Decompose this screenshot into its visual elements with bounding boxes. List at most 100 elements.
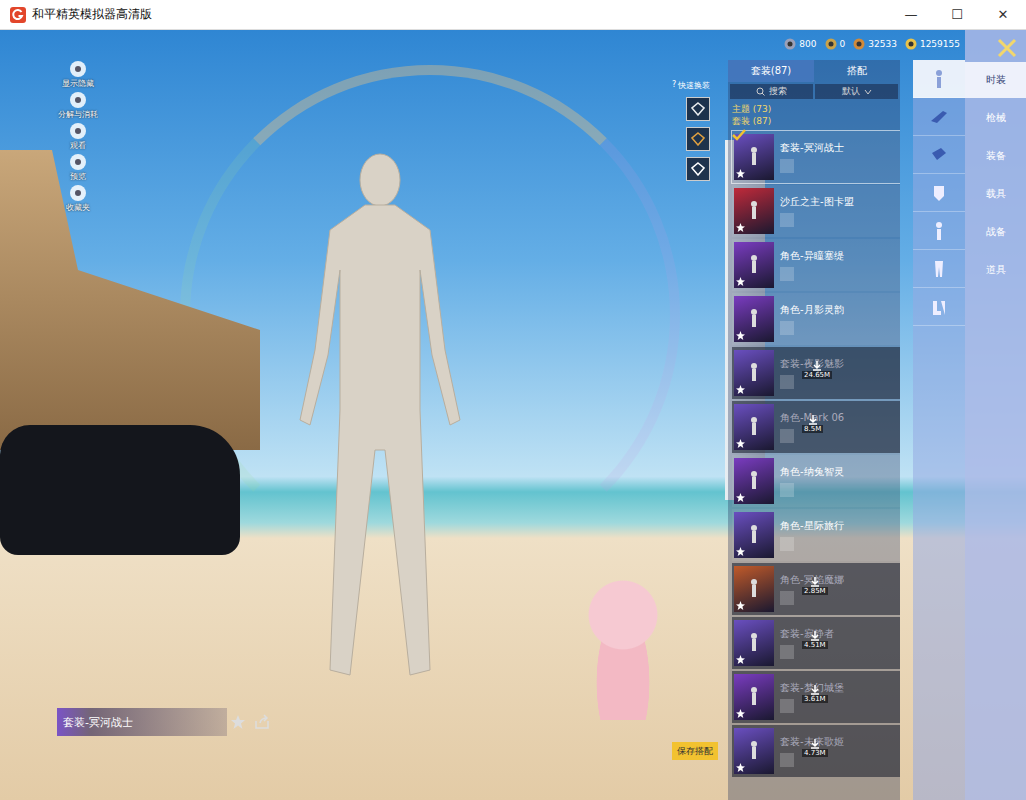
tool-label: 显示隐藏 [62,78,94,89]
category-tab[interactable]: 枪械 [965,100,1026,136]
download-size: 24.65M [802,371,832,379]
share-icon[interactable] [254,714,270,730]
outfit-item[interactable]: 套装-夜影魅影24.65M [732,347,900,399]
part-icon [780,213,794,227]
minimize-button[interactable]: — [888,0,934,30]
download-badge[interactable]: 4.73M [802,739,828,757]
part-icon [780,321,794,335]
outfit-info: 角色-月影灵韵 [780,303,844,335]
category-icon-button[interactable] [913,136,965,174]
outfit-item[interactable]: 角色-Mark 068.5M [732,401,900,453]
help-icon[interactable]: ? [672,80,676,91]
outfit-thumbnail [734,134,774,180]
currency: 0 [825,38,846,50]
mummy-character [270,150,490,710]
filter-item[interactable]: 套装 (87) [732,115,896,127]
category-icon-button[interactable] [913,174,965,212]
star-icon [736,223,745,232]
chevron-down-icon [864,89,872,95]
category-tab[interactable]: 道具 [965,252,1026,288]
tool-button[interactable]: 分解与消耗 [58,91,98,120]
outfit-item[interactable]: 角色-异瞳塞缇 [732,239,900,291]
close-icon[interactable] [996,37,1018,59]
star-icon [736,331,745,340]
outfit-info: 套装-冥河战士 [780,141,844,173]
download-badge[interactable]: 2.85M [802,577,828,595]
outfit-thumbnail [734,728,774,774]
tool-button[interactable]: 收藏夹 [58,184,98,213]
outfit-thumbnail [734,350,774,396]
outfit-name: 沙丘之主-图卡盟 [780,195,854,209]
outfit-item[interactable]: 沙丘之主-图卡盟 [732,185,900,237]
car [0,425,240,555]
game-view: 显示隐藏分解与消耗观看预览收藏夹?快速换装套装-冥河战士保存搭配 套装(87)搭配… [0,30,1026,800]
category-icon-button[interactable] [913,60,965,98]
quick-slot[interactable] [686,157,710,181]
download-badge[interactable]: 24.65M [802,361,832,379]
tool-button[interactable]: 预览 [58,153,98,182]
outfit-item[interactable]: 套装-寂静者4.51M [732,617,900,669]
star-icon [736,763,745,772]
search-text: 搜索 [769,85,787,98]
filter-list: 主题 (73)套装 (87) [728,101,900,129]
category-icon-button[interactable] [913,98,965,136]
filter-item[interactable]: 主题 (73) [732,103,896,115]
quick-change-text: 快速换装 [678,80,710,91]
category-tab[interactable]: 战备 [965,214,1026,250]
figure-icon [749,686,759,706]
outfit-thumbnail [734,566,774,612]
download-badge[interactable]: 3.61M [802,685,828,703]
quick-slot[interactable] [686,97,710,121]
download-badge[interactable]: 8.5M [802,415,823,433]
category-tab[interactable]: 装备 [965,138,1026,174]
tool-button[interactable]: 观看 [58,122,98,151]
currency-value: 0 [840,39,846,49]
save-button[interactable]: 保存搭配 [672,742,718,760]
download-badge[interactable]: 4.51M [802,631,828,649]
tab[interactable]: 套装(87) [728,60,814,82]
part-icon [780,699,794,713]
outfit-info: 角色-纳兔智灵 [780,465,844,497]
outfit-item[interactable]: 套装-冥河战士 [732,131,900,183]
sort-dropdown[interactable]: 默认 [815,84,898,99]
tab[interactable]: 搭配 [814,60,900,82]
outfit-item[interactable]: 角色-星际旅行 [732,509,900,561]
outfit-info: 沙丘之主-图卡盟 [780,195,854,227]
tool-icon [69,153,87,171]
outfit-item[interactable]: 角色-月影灵韵 [732,293,900,345]
mascot [582,570,664,720]
figure-icon [749,362,759,382]
favorite-star-icon[interactable] [230,714,246,730]
search-field[interactable]: 搜索 [730,84,813,99]
outfit-item[interactable]: 套装-未来歌姬4.73M [732,725,900,777]
outfit-info: 角色-星际旅行 [780,519,844,551]
category-icon-button[interactable] [913,288,965,326]
currency-bar: 8000325331259155 [784,38,960,50]
star-icon [736,547,745,556]
figure-icon [749,200,759,220]
category-icon-button[interactable] [913,212,965,250]
outfit-item[interactable]: 套装-梦幻城堡3.61M [732,671,900,723]
maximize-button[interactable]: ☐ [934,0,980,30]
star-icon [736,385,745,394]
tool-button[interactable]: 显示隐藏 [58,60,98,89]
coin-icon [905,38,917,50]
selected-check-icon [732,129,746,141]
close-button[interactable]: ✕ [980,0,1026,30]
outfit-item[interactable]: 角色-冥焰魔娜2.85M [732,563,900,615]
outfit-name: 套装-未来歌姬 [780,735,844,749]
part-icon [780,645,794,659]
category-icon-button[interactable] [913,250,965,288]
search-icon [756,87,765,96]
outfit-item[interactable]: 角色-纳兔智灵 [732,455,900,507]
category-tab[interactable]: 载具 [965,176,1026,212]
slot-icon [691,132,705,146]
download-size: 3.61M [802,695,828,703]
tool-icon [69,91,87,109]
figure-icon [749,632,759,652]
quick-slot[interactable] [686,127,710,151]
outfit-thumbnail [734,242,774,288]
currency-value: 32533 [868,39,897,49]
outfit-name: 套装-寂静者 [780,627,834,641]
category-tab[interactable]: 时装 [965,62,1026,98]
